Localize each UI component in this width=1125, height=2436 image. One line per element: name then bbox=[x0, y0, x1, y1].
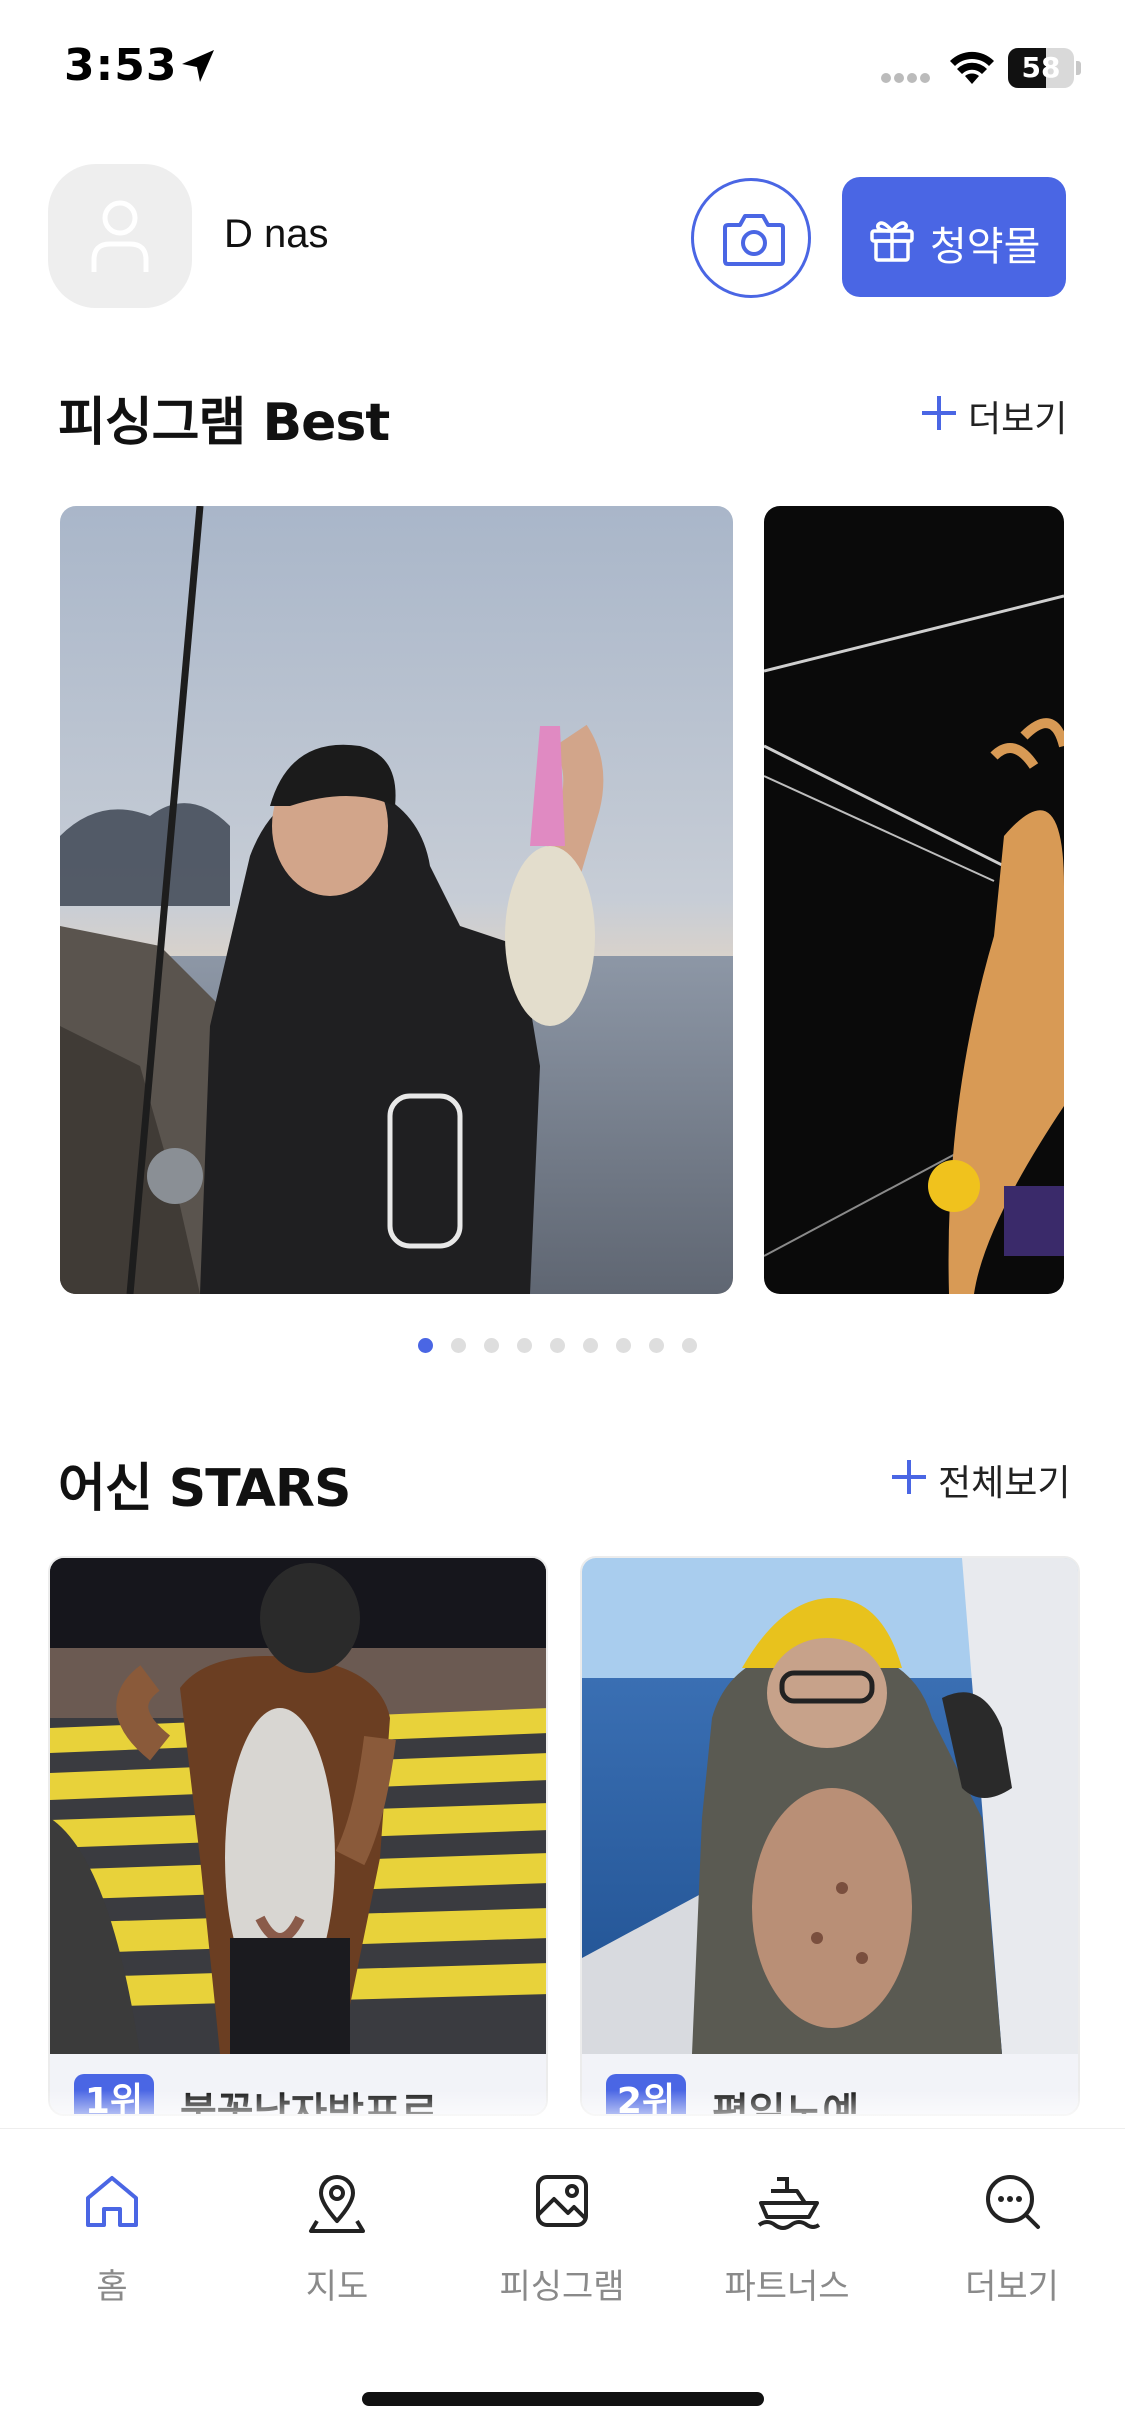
carousel-dot[interactable] bbox=[616, 1338, 631, 1353]
tab-fishingram[interactable]: 피싱그램 bbox=[462, 2171, 662, 2311]
star-card[interactable]: 2위 평일노예 bbox=[580, 1556, 1080, 2116]
carousel-dot[interactable] bbox=[451, 1338, 466, 1353]
chat-search-icon bbox=[986, 2175, 1040, 2229]
plus-icon bbox=[892, 1460, 926, 1494]
best-post-card[interactable] bbox=[764, 506, 1064, 1294]
battery-indicator: 58 bbox=[1008, 48, 1081, 88]
user-icon bbox=[91, 200, 149, 272]
home-indicator bbox=[362, 2392, 764, 2406]
battery-percent: 58 bbox=[1021, 51, 1061, 84]
stars-title: 어신 STARS bbox=[58, 1459, 351, 1519]
status-bar: 3:53 58 bbox=[0, 0, 1125, 140]
bottom-tab-bar: 홈 지도 피싱그램 파트너스 더보기 bbox=[0, 2128, 1125, 2436]
carousel-dot[interactable] bbox=[517, 1338, 532, 1353]
star-photo bbox=[50, 1558, 546, 2054]
carousel-dot[interactable] bbox=[550, 1338, 565, 1353]
avatar[interactable] bbox=[48, 164, 192, 308]
plus-icon bbox=[922, 396, 956, 430]
post-photo bbox=[764, 506, 1064, 1294]
map-pin-icon bbox=[309, 2175, 365, 2233]
image-icon bbox=[536, 2175, 588, 2227]
stars-more-label: 전체보기 bbox=[938, 1463, 1071, 1504]
camera-button[interactable] bbox=[691, 178, 811, 298]
cellular-signal-icon bbox=[881, 73, 930, 83]
tab-partners[interactable]: 파트너스 bbox=[687, 2171, 887, 2311]
tab-label: 지도 bbox=[305, 2267, 369, 2307]
carousel-dot[interactable] bbox=[583, 1338, 598, 1353]
best-post-card[interactable] bbox=[60, 506, 733, 1294]
shop-button[interactable]: 청약몰 bbox=[842, 177, 1066, 297]
tab-label: 홈 bbox=[96, 2267, 128, 2307]
star-card[interactable]: 1위 불꽃남자박프로 bbox=[48, 1556, 548, 2116]
tab-more[interactable]: 더보기 bbox=[912, 2171, 1112, 2311]
carousel-pagination bbox=[418, 1338, 708, 1354]
carousel-dot[interactable] bbox=[418, 1338, 433, 1353]
location-arrow-icon bbox=[182, 50, 214, 82]
tab-map[interactable]: 지도 bbox=[237, 2171, 437, 2311]
tab-home[interactable]: 홈 bbox=[12, 2171, 212, 2311]
carousel-dot[interactable] bbox=[484, 1338, 499, 1353]
camera-icon bbox=[723, 214, 785, 266]
carousel-dot[interactable] bbox=[682, 1338, 697, 1353]
username: D nas bbox=[224, 212, 329, 256]
boat-icon bbox=[757, 2177, 821, 2230]
carousel-dot[interactable] bbox=[649, 1338, 664, 1353]
profile-header: D nas 청약몰 bbox=[48, 164, 1078, 308]
tab-label: 더보기 bbox=[965, 2267, 1059, 2307]
tab-bar-fade bbox=[0, 2090, 1125, 2130]
star-photo bbox=[582, 1558, 1078, 2054]
wifi-icon bbox=[950, 51, 994, 84]
shop-button-label: 청약몰 bbox=[930, 224, 1041, 270]
gift-icon bbox=[870, 221, 914, 262]
home-icon bbox=[86, 2176, 138, 2227]
tab-label: 파트너스 bbox=[724, 2267, 850, 2307]
fishingram-best-title: 피싱그램 Best bbox=[58, 393, 390, 453]
tab-label: 피싱그램 bbox=[499, 2267, 625, 2307]
fishingram-more-link[interactable]: 더보기 bbox=[922, 390, 1082, 440]
fishingram-more-label: 더보기 bbox=[968, 399, 1068, 440]
status-time: 3:53 bbox=[64, 40, 178, 91]
stars-more-link[interactable]: 전체보기 bbox=[892, 1454, 1087, 1504]
post-photo bbox=[60, 506, 733, 1294]
